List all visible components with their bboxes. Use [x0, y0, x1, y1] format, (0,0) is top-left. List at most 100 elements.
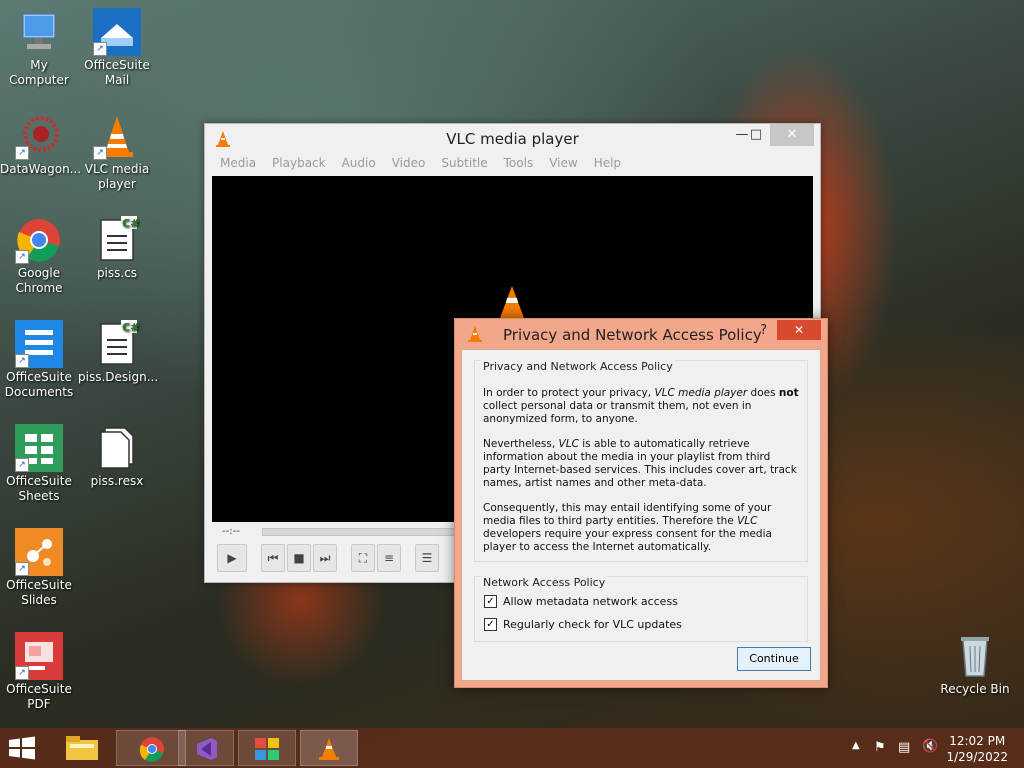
stop-icon: ■	[293, 551, 305, 565]
menu-playback[interactable]: Playback	[264, 154, 334, 174]
allow-metadata-checkbox[interactable]: ✓	[484, 595, 497, 608]
allow-metadata-label: Allow metadata network access	[503, 595, 678, 608]
menu-subtitle[interactable]: Subtitle	[433, 154, 495, 174]
check-updates-label: Regularly check for VLC updates	[503, 618, 682, 631]
check-updates-checkbox[interactable]: ✓	[484, 618, 497, 631]
show-hidden-icons-button[interactable]: ▲	[852, 740, 860, 751]
clock-date: 1/29/2022	[946, 750, 1008, 764]
desktop-icon-label: Recycle Bin	[940, 682, 1010, 696]
desktop-icon-google-chrome[interactable]: ↗ Google Chrome	[0, 216, 78, 296]
mail-app-icon: ↗	[93, 8, 141, 56]
desktop-icon-vlc[interactable]: ↗ VLC media player	[78, 112, 156, 192]
help-button[interactable]: ?	[760, 323, 767, 338]
allow-metadata-checkbox-row[interactable]: ✓ Allow metadata network access	[484, 595, 678, 608]
desktop-icon-label: OfficeSuite PDF	[6, 682, 72, 711]
network-group-title: Network Access Policy	[481, 576, 608, 589]
extended-settings-button[interactable]: ≡	[377, 544, 401, 572]
vlc-menu-bar: Media Playback Audio Video Subtitle Tool…	[212, 154, 813, 174]
computer-icon	[15, 8, 63, 56]
equalizer-icon: ≡	[383, 551, 395, 565]
csharp-file-icon: C#	[93, 216, 141, 264]
desktop-icon-label: piss.resx	[90, 474, 144, 488]
desktop-icon-officesuite-slides[interactable]: ↗ OfficeSuite Slides	[0, 528, 78, 608]
fullscreen-button[interactable]: ⛶	[351, 544, 375, 572]
close-button[interactable]: ✕	[770, 124, 814, 146]
desktop-icon-recycle-bin[interactable]: Recycle Bin	[936, 632, 1014, 697]
desktop-icon-label: OfficeSuite Documents	[4, 370, 74, 399]
menu-audio[interactable]: Audio	[334, 154, 384, 174]
chrome-icon	[139, 737, 164, 762]
desktop-icon-officesuite-pdf[interactable]: ↗ OfficeSuite PDF	[0, 632, 78, 712]
folder-icon	[66, 736, 98, 760]
volume-muted-icon[interactable]: 🔇	[922, 739, 938, 754]
privacy-paragraph-2: Nevertheless, VLC is able to automatical…	[483, 438, 797, 489]
privacy-paragraph-1: In order to protect your privacy, VLC me…	[483, 387, 799, 425]
shortcut-arrow-icon: ↗	[15, 562, 29, 576]
privacy-group-title: Privacy and Network Access Policy	[481, 360, 675, 373]
svg-text:C#: C#	[122, 217, 139, 230]
taskbar-chrome[interactable]	[116, 730, 186, 766]
check-updates-checkbox-row[interactable]: ✓ Regularly check for VLC updates	[484, 618, 682, 631]
start-button[interactable]	[8, 736, 36, 764]
vlc-title-bar[interactable]: VLC media player — □ ✕	[205, 124, 820, 154]
svg-text:C#: C#	[122, 321, 139, 334]
desktop-icon-officesuite-sheets[interactable]: ↗ OfficeSuite Sheets	[0, 424, 78, 504]
system-clock[interactable]: 12:02 PM 1/29/2022	[946, 733, 1008, 765]
dialog-body: Privacy and Network Access Policy In ord…	[461, 349, 821, 681]
playlist-button[interactable]: ☰	[415, 544, 439, 572]
maximize-button[interactable]: □	[742, 124, 770, 146]
desktop-icon-label: VLC media player	[84, 162, 150, 191]
previous-button[interactable]: ⏮	[261, 544, 285, 572]
shortcut-arrow-icon: ↗	[93, 42, 107, 56]
menu-view[interactable]: View	[541, 154, 585, 174]
skip-back-icon: ⏮	[267, 551, 279, 565]
next-button[interactable]: ⏭	[313, 544, 337, 572]
slides-app-icon: ↗	[15, 528, 63, 576]
dialog-close-button[interactable]: ✕	[777, 320, 821, 340]
menu-media[interactable]: Media	[212, 154, 264, 174]
vlc-cone-icon: ↗	[93, 112, 141, 160]
privacy-text: In order to protect your privacy, VLC me…	[483, 387, 801, 566]
menu-tools[interactable]: Tools	[496, 154, 542, 174]
csharp-file-icon: C#	[93, 320, 141, 368]
close-icon: ✕	[793, 323, 805, 337]
privacy-group: Privacy and Network Access Policy In ord…	[474, 360, 808, 562]
desktop-icon-officesuite-mail[interactable]: ↗ OfficeSuite Mail	[78, 8, 156, 88]
desktop-icon-piss-resx[interactable]: piss.resx	[78, 424, 156, 489]
desktop-icon-officesuite-documents[interactable]: ↗ OfficeSuite Documents	[0, 320, 78, 400]
privacy-dialog[interactable]: Privacy and Network Access Policy ? ✕ Pr…	[454, 318, 828, 688]
stop-button[interactable]: ■	[287, 544, 311, 572]
continue-button[interactable]: Continue	[737, 647, 811, 671]
desktop-icon-piss-cs[interactable]: C# piss.cs	[78, 216, 156, 281]
pdf-app-icon: ↗	[15, 632, 63, 680]
network-icon[interactable]: ▤	[898, 740, 910, 755]
desktop-icon-label: Google Chrome	[15, 266, 63, 295]
documents-app-icon: ↗	[15, 320, 63, 368]
menu-video[interactable]: Video	[384, 154, 434, 174]
recycle-bin-icon	[951, 632, 999, 680]
desktop-icon-my-computer[interactable]: My Computer	[0, 8, 78, 88]
shortcut-arrow-icon: ↗	[15, 666, 29, 680]
taskbar-control-panel[interactable]	[238, 730, 296, 766]
datawagon-icon: ↗	[15, 112, 63, 160]
dialog-title-bar[interactable]: Privacy and Network Access Policy ? ✕	[455, 319, 827, 349]
sheets-app-icon: ↗	[15, 424, 63, 472]
dialog-title: Privacy and Network Access Policy	[503, 326, 762, 344]
privacy-paragraph-3: Consequently, this may entail identifyin…	[483, 502, 772, 553]
menu-help[interactable]: Help	[586, 154, 629, 174]
desktop-icon-label: My Computer	[9, 58, 69, 87]
desktop-icon-datawagon[interactable]: ↗ DataWagon...	[0, 112, 81, 177]
play-button[interactable]: ▶	[217, 544, 247, 572]
taskbar-visual-studio[interactable]	[178, 730, 234, 766]
desktop-icon-label: piss.Design...	[78, 370, 159, 384]
taskbar: ▲ ⚑ ▤ 🔇 12:02 PM 1/29/2022	[0, 728, 1024, 768]
taskbar-vlc[interactable]	[300, 730, 358, 766]
checkmark-icon: ✓	[486, 596, 495, 607]
taskbar-file-explorer[interactable]	[60, 732, 104, 764]
desktop-icon-label: OfficeSuite Slides	[6, 578, 72, 607]
maximize-icon: □	[749, 127, 763, 142]
action-center-flag-icon[interactable]: ⚑	[874, 740, 886, 755]
close-icon: ✕	[786, 127, 798, 142]
clock-time: 12:02 PM	[949, 734, 1006, 748]
desktop-icon-piss-designer[interactable]: C# piss.Design...	[78, 320, 159, 385]
